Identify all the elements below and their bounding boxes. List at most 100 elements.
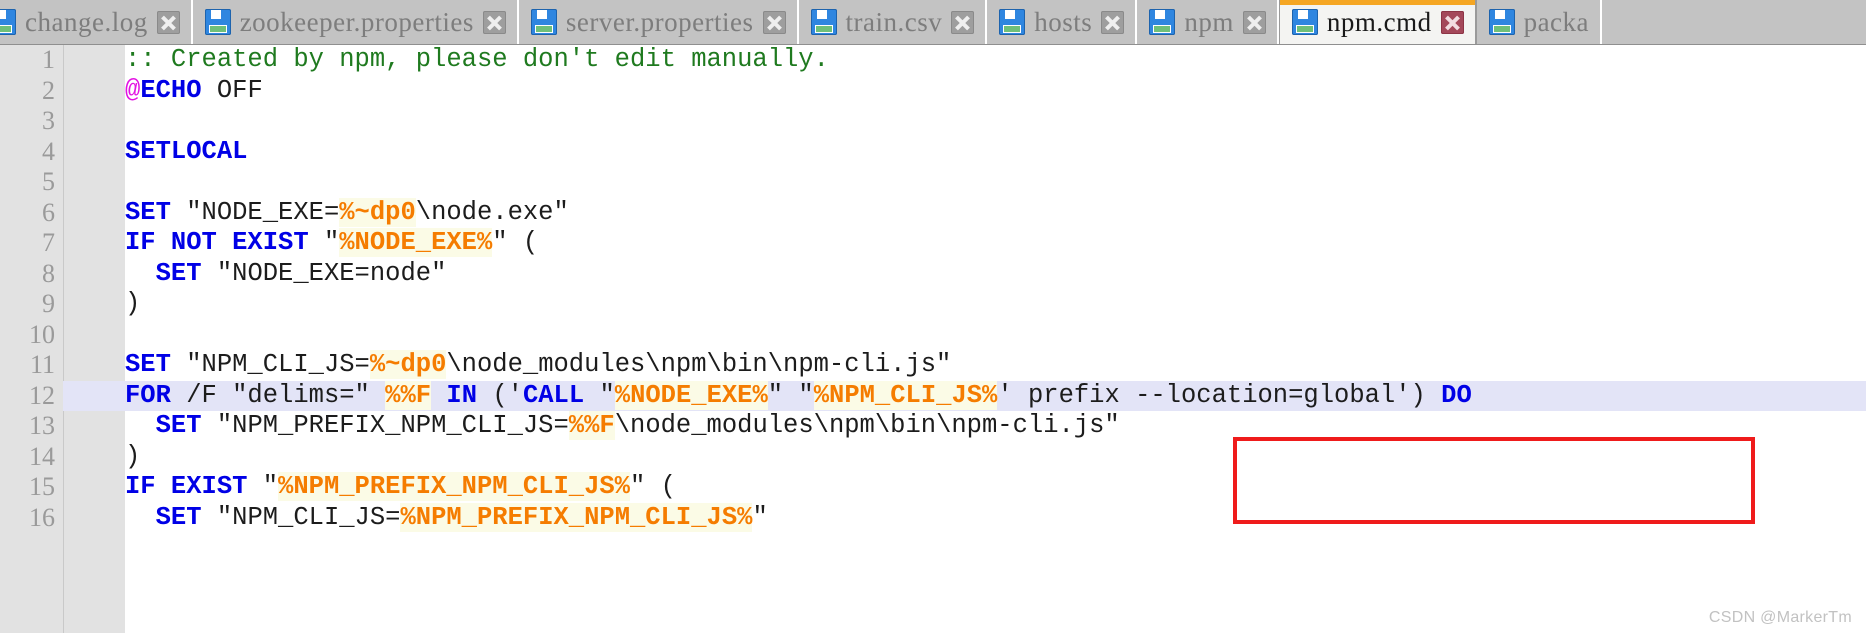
floppy-save-icon bbox=[0, 9, 16, 35]
code-token-var: %NPM_PREFIX_NPM_CLI_JS% bbox=[400, 502, 753, 532]
line-text[interactable]: IF EXIST "%NPM_PREFIX_NPM_CLI_JS%" ( bbox=[63, 472, 1866, 503]
code-line[interactable]: 2 @ECHO OFF bbox=[0, 76, 1866, 107]
code-token-plain: "NPM_CLI_JS= bbox=[201, 502, 401, 532]
line-text[interactable] bbox=[63, 320, 1866, 351]
code-token-plain: OFF bbox=[201, 75, 263, 105]
code-line[interactable]: 3 bbox=[0, 106, 1866, 137]
line-text[interactable]: SET "NPM_PREFIX_NPM_CLI_JS=%%F\node_modu… bbox=[63, 411, 1866, 442]
code-token-kw: ECHO bbox=[140, 75, 202, 105]
code-line[interactable]: 13 SET "NPM_PREFIX_NPM_CLI_JS=%%F\node_m… bbox=[0, 411, 1866, 442]
tab-change-log[interactable]: change.log bbox=[0, 0, 193, 44]
code-token-var: %NPM_CLI_JS% bbox=[813, 380, 998, 410]
line-text[interactable]: SET "NPM_CLI_JS=%NPM_PREFIX_NPM_CLI_JS%" bbox=[63, 502, 1866, 534]
code-token-plain: " bbox=[584, 380, 615, 410]
line-text[interactable]: SETLOCAL bbox=[63, 137, 1866, 168]
close-icon[interactable] bbox=[762, 10, 786, 34]
tab-zookeeper-properties[interactable]: zookeeper.properties bbox=[192, 0, 519, 44]
line-text[interactable]: ) bbox=[63, 289, 1866, 320]
code-token-kw: IF NOT EXIST bbox=[125, 228, 309, 257]
tab-label: npm.cmd bbox=[1326, 6, 1432, 37]
line-text[interactable]: :: Created by npm, please don't edit man… bbox=[63, 45, 1866, 76]
line-text[interactable]: SET "NPM_CLI_JS=%~dp0\node_modules\npm\b… bbox=[63, 350, 1866, 381]
code-line[interactable]: 10 bbox=[0, 320, 1866, 351]
floppy-save-icon bbox=[204, 9, 231, 35]
close-icon[interactable] bbox=[951, 10, 975, 34]
line-number: 3 bbox=[42, 106, 55, 135]
code-content[interactable]: 1:: Created by npm, please don't edit ma… bbox=[0, 45, 1866, 533]
line-number: 11 bbox=[29, 350, 55, 379]
code-token-var: %NPM_PREFIX_NPM_CLI_JS% bbox=[278, 472, 630, 501]
code-token-plain: ) bbox=[125, 289, 141, 318]
tab-npm-cmd[interactable]: npm.cmd bbox=[1278, 0, 1477, 44]
code-token-var: %NODE_EXE% bbox=[614, 380, 768, 410]
line-text[interactable]: SET "NODE_EXE=node" bbox=[63, 259, 1866, 290]
line-text[interactable]: FOR /F "delims=" %%F IN ('CALL "%NODE_EX… bbox=[63, 380, 1866, 411]
tab-hosts[interactable]: hosts bbox=[987, 0, 1138, 44]
line-text[interactable]: @ECHO OFF bbox=[63, 76, 1866, 107]
code-token-var: %%F bbox=[568, 411, 615, 440]
code-line[interactable]: 16 SET "NPM_CLI_JS=%NPM_PREFIX_NPM_CLI_J… bbox=[0, 502, 1866, 534]
tab-npm[interactable]: npm bbox=[1137, 0, 1279, 44]
floppy-save-icon bbox=[810, 9, 837, 35]
code-line[interactable]: 15 IF EXIST "%NPM_PREFIX_NPM_CLI_JS%" ( bbox=[0, 472, 1866, 503]
floppy-save-icon bbox=[530, 9, 557, 35]
close-icon[interactable] bbox=[156, 10, 180, 34]
line-text[interactable] bbox=[63, 106, 1866, 137]
code-token-plain: " bbox=[247, 472, 279, 501]
close-icon[interactable] bbox=[1440, 10, 1464, 34]
floppy-save-icon bbox=[999, 9, 1026, 35]
code-line[interactable]: 5 bbox=[0, 167, 1866, 198]
code-line[interactable]: 12 FOR /F "delims=" %%F IN ('CALL "%NODE_… bbox=[0, 380, 1866, 411]
close-icon[interactable] bbox=[1101, 10, 1125, 34]
code-token-var: %%F bbox=[385, 380, 432, 410]
code-line[interactable]: 8 SET "NODE_EXE=node" bbox=[0, 259, 1866, 290]
editor-tab-bar[interactable]: change.log zookeeper.properties server.pro… bbox=[0, 0, 1866, 44]
line-text[interactable] bbox=[63, 167, 1866, 198]
line-number: 6 bbox=[42, 197, 55, 227]
code-token-plain: \node.exe" bbox=[415, 197, 569, 227]
code-line[interactable]: 6 SET "NODE_EXE=%~dp0\node.exe" bbox=[0, 197, 1866, 229]
code-line[interactable]: 11 SET "NPM_CLI_JS=%~dp0\node_modules\npm… bbox=[0, 350, 1866, 381]
line-number: 10 bbox=[29, 319, 55, 349]
code-token-plain: " bbox=[752, 502, 768, 532]
code-token-plain: "NODE_EXE= bbox=[170, 197, 340, 227]
line-number: 13 bbox=[29, 411, 55, 440]
floppy-save-icon bbox=[1149, 9, 1176, 35]
tab-server-properties[interactable]: server.properties bbox=[518, 0, 799, 44]
code-editor[interactable]: 1:: Created by npm, please don't edit ma… bbox=[0, 44, 1866, 633]
code-token-plain: \node_modules\npm\bin\npm-cli.js" bbox=[614, 411, 1120, 440]
code-line[interactable]: 9) bbox=[0, 289, 1866, 320]
code-line[interactable]: 4 SETLOCAL bbox=[0, 137, 1866, 168]
code-token-kw: IN bbox=[446, 380, 478, 410]
code-token-plain: " ( bbox=[630, 472, 676, 501]
code-token-kw: SET bbox=[155, 258, 202, 288]
close-icon[interactable] bbox=[1242, 10, 1266, 34]
line-number: 16 bbox=[29, 502, 55, 532]
line-text[interactable]: ) bbox=[63, 442, 1866, 473]
line-number: 7 bbox=[42, 228, 55, 257]
code-token-plain: "NPM_CLI_JS= bbox=[170, 350, 370, 379]
tab-label: change.log bbox=[25, 6, 148, 37]
floppy-save-icon bbox=[1291, 9, 1318, 35]
code-token-plain: (' bbox=[477, 380, 523, 410]
code-token-plain: " bbox=[308, 228, 340, 257]
line-text[interactable]: IF NOT EXIST "%NODE_EXE%" ( bbox=[63, 228, 1866, 259]
code-line[interactable]: 7 IF NOT EXIST "%NODE_EXE%" ( bbox=[0, 228, 1866, 259]
line-number: 1 bbox=[42, 45, 55, 74]
code-line[interactable]: 14) bbox=[0, 442, 1866, 473]
tab-train-csv[interactable]: train.csv bbox=[798, 0, 988, 44]
code-token-plain: ' prefix --location=global') bbox=[997, 380, 1442, 410]
code-token-kw: IF EXIST bbox=[125, 472, 248, 501]
tab-label: train.csv bbox=[845, 6, 943, 37]
code-token-kw: SET bbox=[125, 350, 171, 379]
code-line[interactable]: 1:: Created by npm, please don't edit ma… bbox=[0, 45, 1866, 76]
line-text[interactable]: SET "NODE_EXE=%~dp0\node.exe" bbox=[63, 197, 1866, 229]
line-number: 4 bbox=[42, 136, 55, 166]
line-number: 14 bbox=[29, 441, 55, 471]
tab-label: packa bbox=[1523, 6, 1590, 37]
code-token-plain: /F "delims=" bbox=[170, 380, 386, 410]
floppy-save-icon bbox=[1488, 9, 1515, 35]
tab-packa[interactable]: packa bbox=[1476, 0, 1603, 44]
close-icon[interactable] bbox=[482, 10, 506, 34]
